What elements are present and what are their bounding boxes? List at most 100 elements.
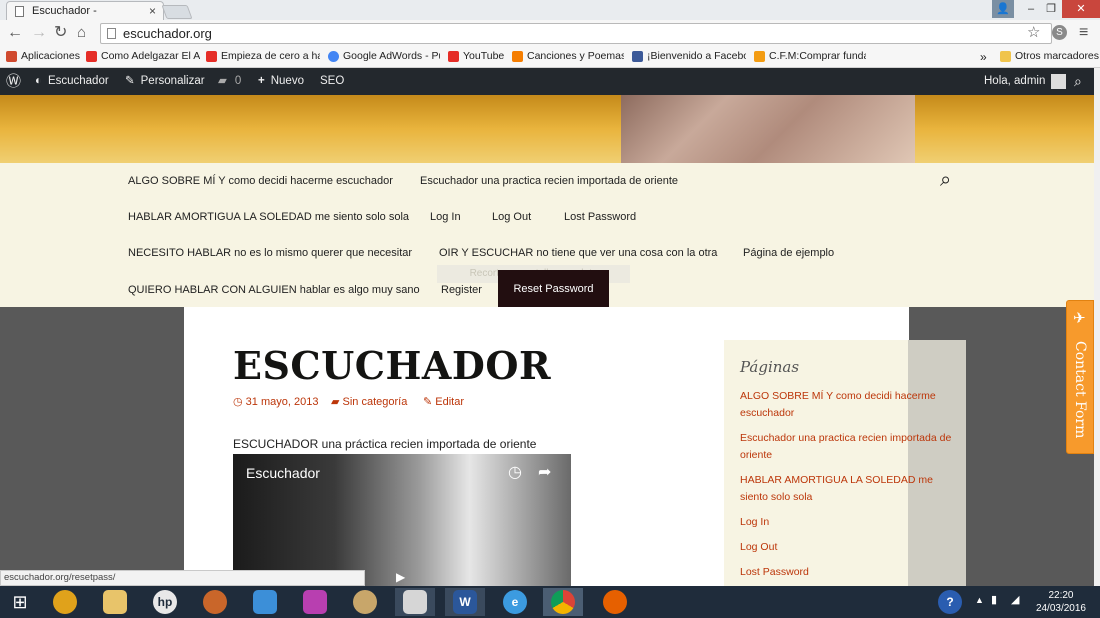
bookmark-item[interactable]: YouTube xyxy=(448,50,506,62)
nav-item[interactable]: QUIERO HABLAR CON ALGUIEN hablar es algo… xyxy=(128,283,420,297)
other-bookmarks-folder[interactable]: Otros marcadores xyxy=(1000,50,1099,62)
network-icon[interactable]: ▮ xyxy=(991,593,997,606)
comments-menu[interactable]: ▰ 0 xyxy=(218,68,241,95)
rocket-app-icon[interactable] xyxy=(245,588,285,616)
internet-explorer-icon[interactable]: e xyxy=(495,588,535,616)
watch-later-icon[interactable]: ◷ xyxy=(508,462,522,482)
nav-item[interactable]: NECESITO HABLAR no es lo mismo querer qu… xyxy=(128,246,412,260)
glove-app-icon[interactable] xyxy=(195,588,235,616)
bookmark-star-icon[interactable]: ☆ xyxy=(1027,23,1040,43)
nav-item[interactable]: Página de ejemplo xyxy=(743,246,834,260)
firefox-icon[interactable] xyxy=(595,588,635,616)
new-content-menu[interactable]: + Nuevo xyxy=(258,68,304,95)
main-navigation: Recortar a pantalla completa ALGO SOBRE … xyxy=(0,163,1094,308)
home-icon[interactable]: ⌂ xyxy=(77,23,86,43)
youtube-icon xyxy=(206,50,217,62)
nav-item[interactable]: ALGO SOBRE MÍ Y como decidi hacerme escu… xyxy=(128,174,393,188)
sidebar-page-link[interactable]: Lost Password xyxy=(740,564,955,581)
nav-item[interactable]: Lost Password xyxy=(564,210,636,224)
bookmark-item[interactable]: ¡Bienvenido a Facebo xyxy=(632,50,746,62)
apps-grid-icon xyxy=(6,50,17,62)
sidebar-page-link[interactable]: Log In xyxy=(740,514,955,531)
help-icon[interactable]: ? xyxy=(930,588,970,616)
nav-item[interactable]: Log In xyxy=(430,210,461,224)
wordpress-logo-icon[interactable]: Ⓦ xyxy=(6,68,21,95)
video-title[interactable]: Escuchador xyxy=(246,465,320,481)
sidebar-page-link[interactable]: Escuchador una practica recien importada… xyxy=(740,430,955,464)
contact-form-tab[interactable]: ✈ Contact Form xyxy=(1066,300,1094,454)
sidebar-page-link[interactable]: ALGO SOBRE MÍ Y como decidi hacerme escu… xyxy=(740,388,955,422)
windows-taskbar: ⊞ hp W e ? ▲ ▮ ◢ 22:20 24/03/2016 xyxy=(0,586,1100,618)
comment-bubble-icon: ▰ xyxy=(218,75,227,87)
widget-title: Páginas xyxy=(740,358,800,376)
signal-icon[interactable]: ◢ xyxy=(1011,593,1019,606)
nav-item[interactable]: OIR Y ESCUCHAR no tiene que ver una cosa… xyxy=(439,246,717,260)
skype-extension-icon[interactable]: S xyxy=(1052,25,1067,40)
chrome-menu-icon[interactable]: ≡ xyxy=(1079,23,1088,43)
customize-menu[interactable]: ✎ Personalizar xyxy=(125,68,205,95)
google-icon xyxy=(328,50,339,62)
palette-icon[interactable] xyxy=(345,588,385,616)
post-date[interactable]: ◷ 31 mayo, 2013 xyxy=(233,395,318,408)
seo-menu[interactable]: SEO xyxy=(320,68,344,95)
dashboard-icon: ◐ xyxy=(35,75,42,87)
bookmarks-bar: Aplicaciones Como Adelgazar El Al Empiez… xyxy=(0,46,1100,68)
post-category[interactable]: ▰ Sin categoría xyxy=(331,395,407,408)
paint-tool-icon[interactable] xyxy=(395,588,435,616)
nav-item[interactable]: Escuchador una practica recien importada… xyxy=(420,174,678,188)
site-name-menu[interactable]: ◐ Escuchador xyxy=(35,68,109,95)
bookmark-item[interactable]: Empieza de cero a ha xyxy=(206,50,320,62)
hp-icon[interactable]: hp xyxy=(145,588,185,616)
maximize-button[interactable]: ❐ xyxy=(1038,0,1064,18)
browser-tab[interactable]: Escuchador - × xyxy=(6,1,164,20)
bookmark-item[interactable]: Como Adelgazar El Al xyxy=(86,50,200,62)
bookmark-item[interactable]: C.F.M:Comprar funda xyxy=(754,50,866,62)
nav-item[interactable]: Log Out xyxy=(492,210,531,224)
back-icon[interactable]: ← xyxy=(7,23,23,43)
share-icon[interactable]: ➦ xyxy=(538,462,551,482)
clock-icon: ◷ xyxy=(233,396,243,408)
tray-arrow-icon[interactable]: ▲ xyxy=(975,595,984,605)
tab-title: Escuchador - xyxy=(32,5,97,17)
search-icon[interactable]: ⌕ xyxy=(1074,68,1082,95)
forward-icon[interactable]: → xyxy=(31,23,47,43)
bookmark-item[interactable]: Canciones y Poemas: xyxy=(512,50,624,62)
paint-app-icon[interactable] xyxy=(295,588,335,616)
youtube-video-embed[interactable]: Escuchador ◷ ➦ ▶ xyxy=(233,454,571,586)
header-photo xyxy=(621,95,915,163)
reload-icon[interactable]: ↻ xyxy=(54,23,67,43)
header-banner xyxy=(0,95,1094,163)
bookmark-item[interactable]: Aplicaciones xyxy=(6,50,82,62)
sidebar-page-link[interactable]: Log Out xyxy=(740,539,955,556)
youtube-icon xyxy=(86,50,97,62)
cfm-site-icon xyxy=(754,50,765,62)
file-explorer-icon[interactable] xyxy=(95,588,135,616)
close-window-button[interactable]: ✕ xyxy=(1062,0,1100,18)
taskbar-clock[interactable]: 22:20 24/03/2016 xyxy=(1036,589,1086,615)
url-input[interactable]: escuchador.org xyxy=(100,23,1052,44)
media-player-icon[interactable] xyxy=(45,588,85,616)
play-icon[interactable]: ▶ xyxy=(396,570,405,584)
tab-close-icon[interactable]: × xyxy=(149,4,156,18)
page-info-icon xyxy=(107,28,116,39)
user-profile-icon[interactable]: 👤 xyxy=(992,0,1014,18)
nav-item[interactable]: Register xyxy=(441,283,482,297)
chrome-icon[interactable] xyxy=(543,588,583,616)
clock-time: 22:20 xyxy=(1048,590,1074,601)
scrollbar[interactable] xyxy=(1094,68,1100,586)
windows-start-icon[interactable]: ⊞ xyxy=(0,588,40,616)
account-menu[interactable]: Hola, admin xyxy=(984,68,1067,95)
post-excerpt: ESCUCHADOR una práctica recien importada… xyxy=(233,437,537,451)
nav-item[interactable]: HABLAR AMORTIGUA LA SOLEDAD me siento so… xyxy=(128,210,409,224)
folder-icon: ▰ xyxy=(331,396,340,408)
post-title[interactable]: ESCUCHADOR xyxy=(233,343,551,388)
word-icon[interactable]: W xyxy=(445,588,485,616)
nav-item-active[interactable]: Reset Password xyxy=(498,270,609,308)
status-bar-url: escuchador.org/resetpass/ xyxy=(0,570,365,586)
search-icon[interactable]: ⌕ xyxy=(940,169,951,192)
sidebar-page-link[interactable]: HABLAR AMORTIGUA LA SOLEDAD me siento so… xyxy=(740,472,955,506)
new-tab-button[interactable] xyxy=(161,5,193,19)
post-edit-link[interactable]: ✎ Editar xyxy=(423,395,464,408)
more-bookmarks-button[interactable]: » xyxy=(980,50,987,64)
bookmark-item[interactable]: Google AdWords - Pu xyxy=(328,50,440,62)
